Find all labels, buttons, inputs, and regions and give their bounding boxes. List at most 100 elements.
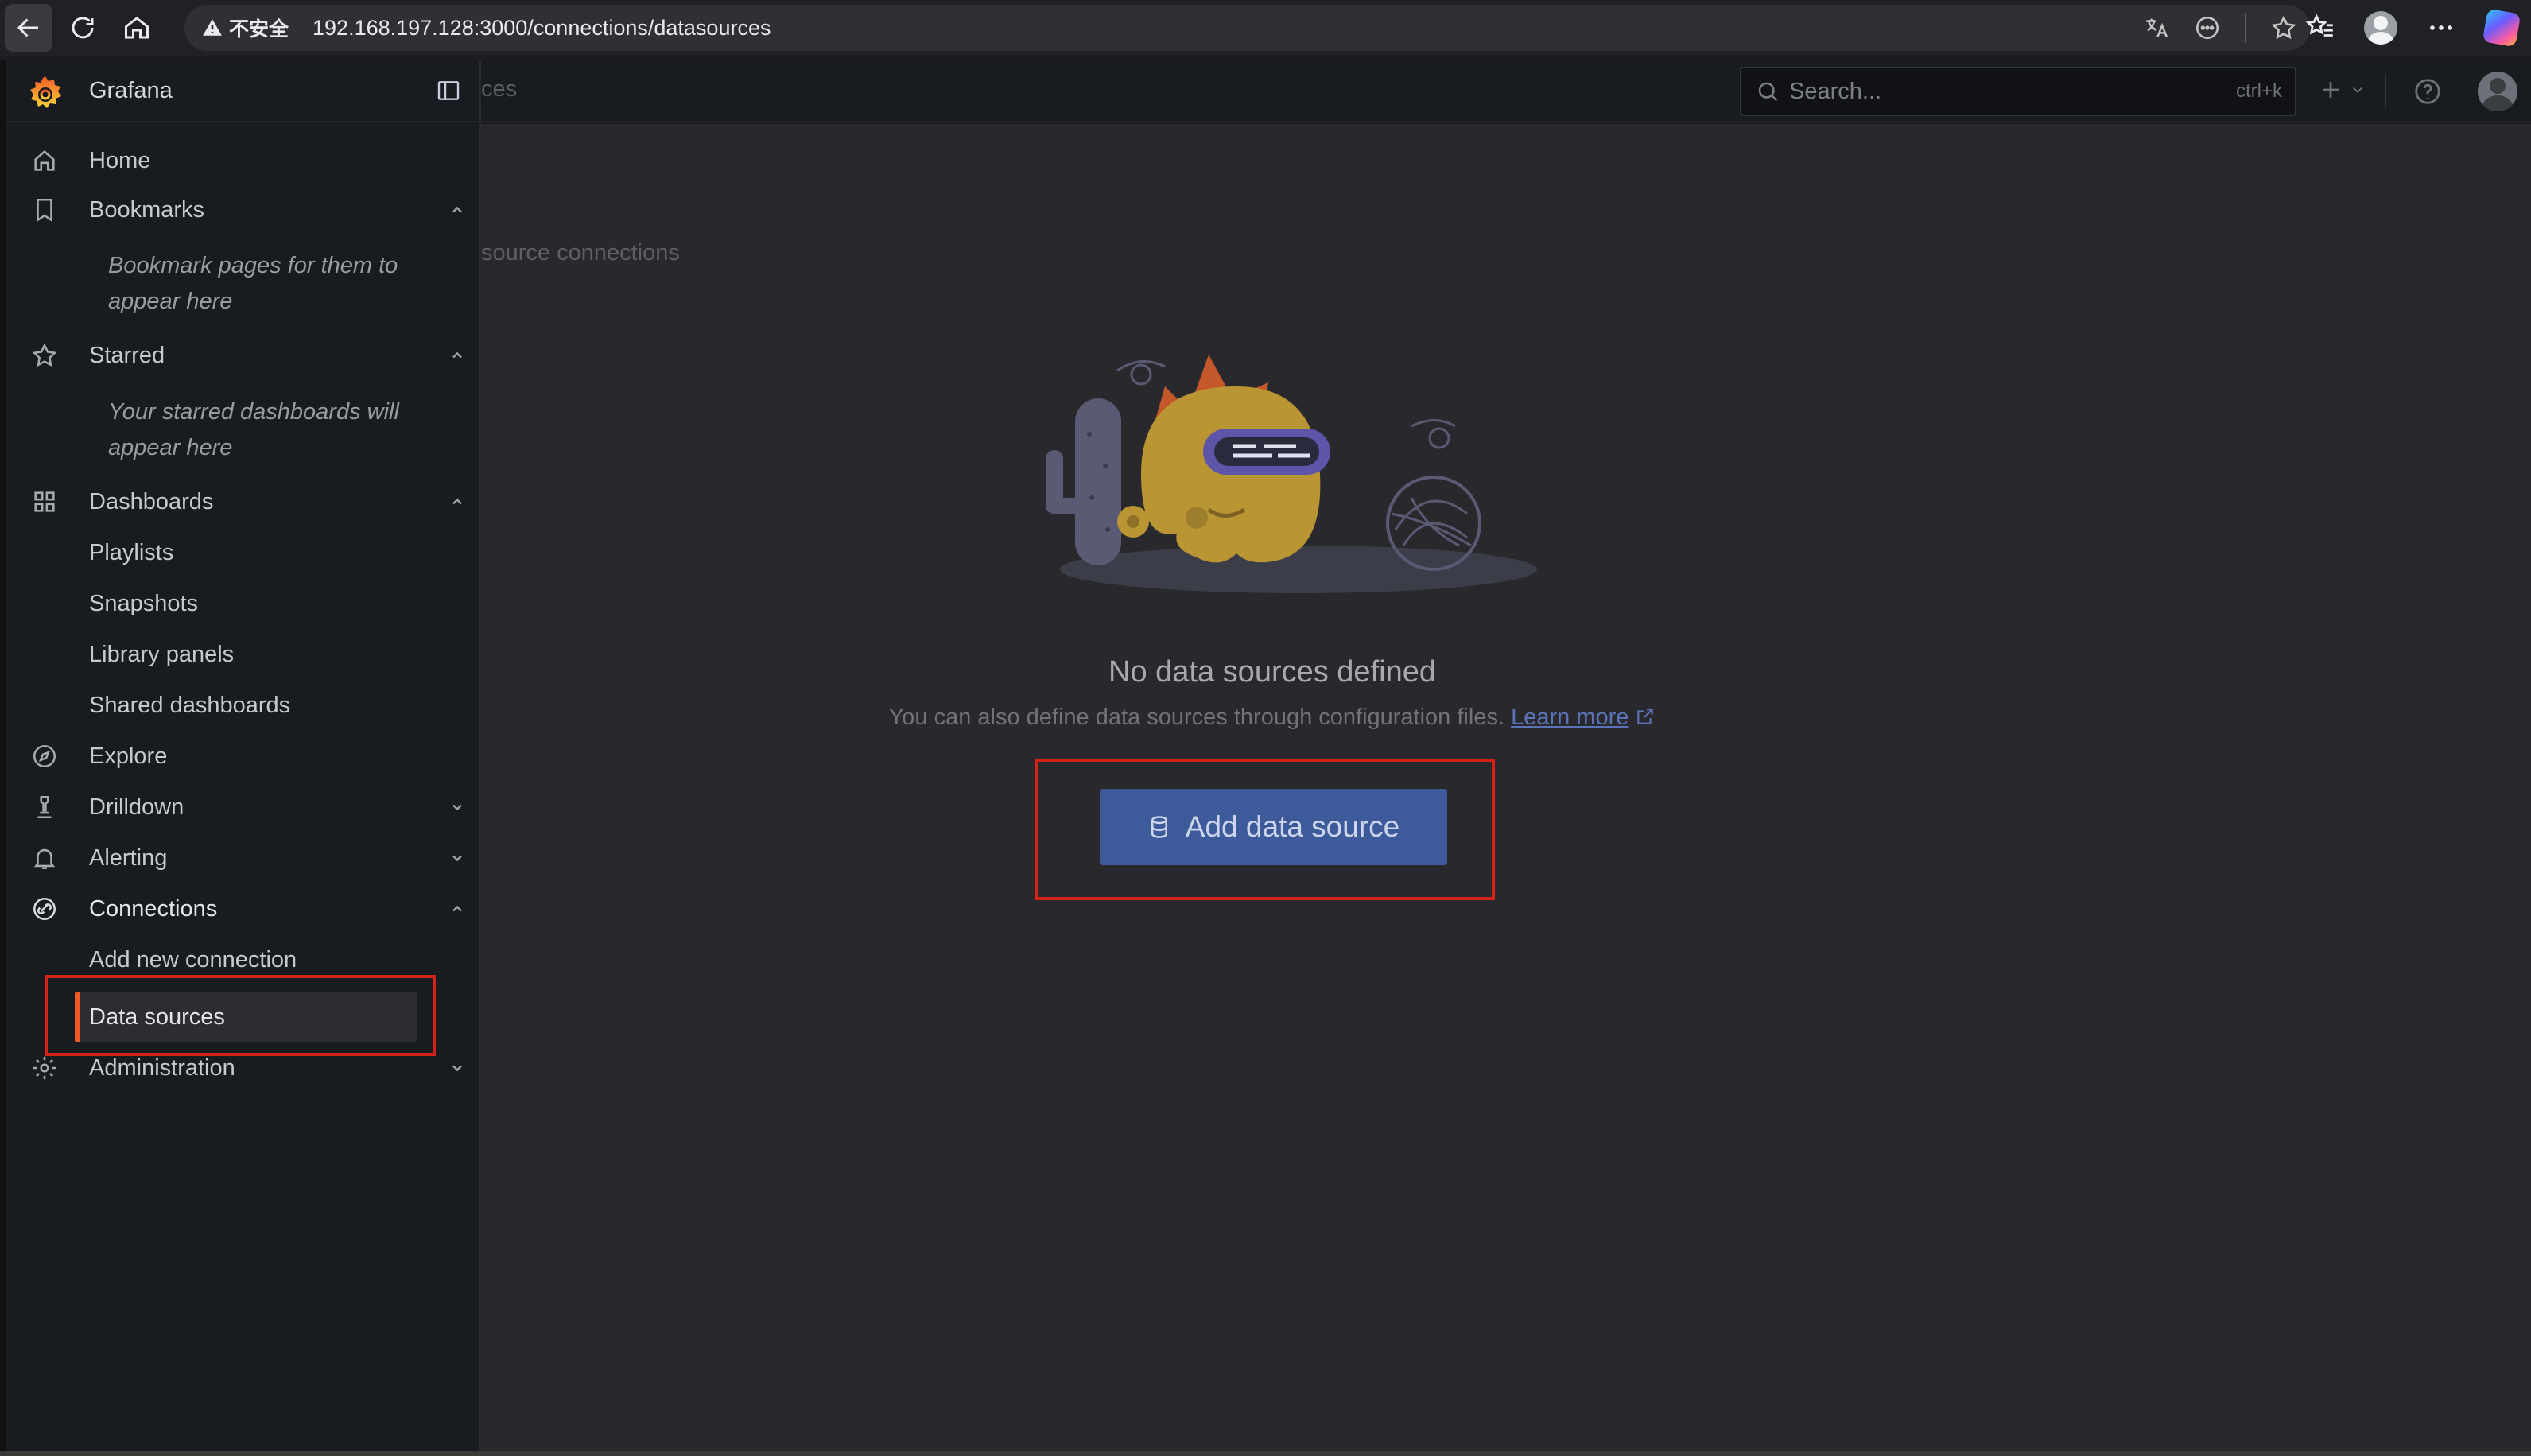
link-icon bbox=[30, 895, 59, 923]
search-shortcut: ctrl+k bbox=[2235, 80, 2282, 102]
security-indicator[interactable]: 不安全 bbox=[202, 14, 289, 42]
arrow-left-icon bbox=[17, 18, 38, 37]
translate-icon bbox=[2146, 18, 2168, 37]
sidebar-item-label: Add new connection bbox=[89, 946, 297, 973]
browser-toolbar: 不安全 192.168.197.128:3000/connections/dat… bbox=[0, 0, 2531, 56]
main-content: source connections No data sources defin… bbox=[481, 124, 2531, 1456]
chevron-down-icon[interactable] bbox=[445, 1056, 469, 1080]
sidebar-item-shared-dashboards[interactable]: Shared dashboards bbox=[6, 683, 481, 728]
sidebar-item-label: Drilldown bbox=[89, 794, 184, 820]
sidebar-item-label: Library panels bbox=[89, 641, 235, 667]
sidebar-item-label: Starred bbox=[89, 342, 165, 368]
empty-state-description: You can also define data sources through… bbox=[481, 705, 2063, 731]
home-icon bbox=[30, 146, 59, 175]
window-edge bbox=[0, 60, 6, 1456]
learn-more-label: Learn more bbox=[1511, 705, 1629, 730]
external-link-icon bbox=[1637, 709, 1654, 724]
sidebar-header: Grafana bbox=[6, 60, 481, 122]
window-bottom-edge bbox=[0, 1451, 2531, 1456]
sidebar-item-home[interactable]: Home bbox=[6, 138, 481, 183]
app-name[interactable]: Grafana bbox=[89, 78, 173, 104]
chevron-up-icon[interactable] bbox=[445, 897, 469, 921]
breadcrumb[interactable]: ces bbox=[481, 76, 517, 103]
search-input[interactable]: Search... ctrl+k bbox=[1740, 67, 2296, 116]
add-data-source-button[interactable]: Add data source bbox=[1100, 789, 1447, 865]
star-icon bbox=[30, 341, 59, 370]
data-sources-highlight bbox=[45, 975, 436, 1056]
learn-more-link[interactable]: Learn more bbox=[1511, 705, 1656, 730]
sidebar-item-label: Shared dashboards bbox=[89, 692, 291, 718]
security-label: 不安全 bbox=[229, 18, 289, 41]
empty-state-illustration bbox=[1046, 355, 1537, 593]
topbar-divider bbox=[2385, 75, 2386, 108]
user-avatar[interactable] bbox=[2478, 72, 2517, 111]
favorites-button[interactable] bbox=[2305, 13, 2335, 43]
translate-button[interactable] bbox=[2143, 14, 2170, 41]
compass-icon bbox=[30, 742, 59, 771]
chevron-up-icon[interactable] bbox=[445, 490, 469, 514]
url-text[interactable]: 192.168.197.128:3000/connections/datasou… bbox=[312, 16, 771, 41]
sidebar-item-label: Connections bbox=[89, 895, 218, 922]
empty-state-text: You can also define data sources through… bbox=[888, 705, 1504, 730]
grafana-logo-icon[interactable] bbox=[25, 73, 65, 113]
search-placeholder: Search... bbox=[1789, 78, 1882, 104]
new-menu-button[interactable] bbox=[2317, 76, 2366, 103]
bell-icon bbox=[30, 844, 59, 872]
back-button[interactable] bbox=[5, 4, 52, 52]
reload-button[interactable] bbox=[59, 4, 107, 52]
sidebar-item-label: Dashboards bbox=[89, 488, 214, 514]
sidebar-item-connections[interactable]: Connections bbox=[6, 887, 481, 931]
chevron-up-icon[interactable] bbox=[445, 198, 469, 222]
sidebar-item-starred[interactable]: Starred bbox=[6, 333, 481, 378]
reading-mode-button[interactable] bbox=[2194, 14, 2221, 41]
chevron-down-icon bbox=[2352, 87, 2363, 94]
sidebar-item-playlists[interactable]: Playlists bbox=[6, 530, 481, 575]
more-circle-icon bbox=[2195, 16, 2219, 40]
browser-profile-avatar[interactable] bbox=[2364, 11, 2397, 45]
sidebar-item-label: Alerting bbox=[89, 844, 168, 871]
sidebar-item-bookmarks[interactable]: Bookmarks bbox=[6, 188, 481, 232]
database-icon bbox=[1151, 816, 1167, 838]
sidebar: Grafana Home Bookmarks Bookmark pages fo… bbox=[6, 60, 481, 1456]
apps-grid-icon bbox=[30, 487, 59, 516]
sidebar-item-label: Home bbox=[89, 147, 151, 173]
bookmarks-empty-note: Bookmark pages for them to appear here bbox=[108, 253, 398, 314]
copilot-icon[interactable] bbox=[2482, 8, 2521, 48]
home-icon bbox=[125, 17, 149, 39]
sidebar-item-explore[interactable]: Explore bbox=[6, 734, 481, 778]
chevron-down-icon[interactable] bbox=[445, 795, 469, 819]
sidebar-item-administration[interactable]: Administration bbox=[6, 1046, 481, 1090]
favorite-button[interactable] bbox=[2270, 14, 2297, 41]
help-icon[interactable] bbox=[2413, 76, 2443, 107]
chevron-down-icon[interactable] bbox=[445, 846, 469, 870]
browser-menu-button[interactable] bbox=[2426, 13, 2456, 43]
reload-icon bbox=[72, 17, 94, 39]
cog-icon bbox=[30, 1054, 59, 1082]
sidebar-item-label: Snapshots bbox=[89, 590, 199, 616]
warning-icon bbox=[203, 19, 222, 36]
chevron-up-icon[interactable] bbox=[445, 344, 469, 367]
favorites-list-icon bbox=[2305, 14, 2333, 37]
starred-empty-note: Your starred dashboards will appear here bbox=[108, 399, 399, 460]
empty-state-title: No data sources defined bbox=[1108, 655, 1436, 689]
dock-menu-icon[interactable] bbox=[436, 78, 461, 103]
sidebar-item-snapshots[interactable]: Snapshots bbox=[6, 581, 481, 626]
address-bar[interactable]: 不安全 192.168.197.128:3000/connections/dat… bbox=[184, 5, 2310, 51]
address-divider bbox=[2245, 13, 2246, 43]
sidebar-item-label: Administration bbox=[89, 1054, 235, 1081]
bookmark-icon bbox=[30, 196, 59, 224]
sidebar-item-drilldown[interactable]: Drilldown bbox=[6, 785, 481, 829]
sidebar-item-alerting[interactable]: Alerting bbox=[6, 836, 481, 880]
sidebar-item-dashboards[interactable]: Dashboards bbox=[6, 480, 481, 524]
plus-icon bbox=[2323, 82, 2339, 98]
search-icon bbox=[1758, 82, 1778, 102]
sidebar-item-library-panels[interactable]: Library panels bbox=[6, 632, 481, 677]
sidebar-item-label: Explore bbox=[89, 743, 168, 769]
home-button[interactable] bbox=[113, 4, 161, 52]
page-subtitle: source connections bbox=[481, 240, 680, 266]
sidebar-item-label: Playlists bbox=[89, 539, 174, 565]
ellipsis-icon bbox=[2430, 25, 2452, 30]
star-icon bbox=[2271, 15, 2296, 40]
add-data-source-label: Add data source bbox=[1185, 810, 1400, 843]
sidebar-item-label: Bookmarks bbox=[89, 196, 205, 223]
